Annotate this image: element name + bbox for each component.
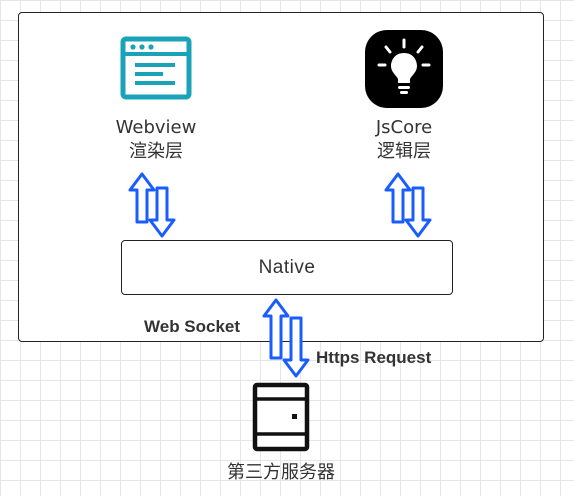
webview-native-arrow (128, 172, 176, 238)
webview-subtitle: 渲染层 (129, 141, 183, 162)
https-request-label: Https Request (316, 348, 432, 367)
browser-window-icon (120, 36, 192, 100)
websocket-label: Web Socket (144, 317, 241, 336)
native-label: Native (258, 256, 316, 278)
jscore-label: JsCore 逻辑层 (344, 116, 464, 164)
server-label: 第三方服务器 (227, 462, 335, 483)
webview-title: Webview (115, 117, 197, 138)
lightbulb-icon (365, 30, 443, 108)
native-server-arrow (262, 298, 310, 378)
jscore-native-arrow (384, 172, 432, 238)
jscore-title: JsCore (375, 117, 433, 138)
server-icon (252, 382, 310, 452)
jscore-subtitle: 逻辑层 (377, 141, 431, 162)
native-box: Native (121, 240, 453, 295)
webview-label: Webview 渲染层 (96, 116, 216, 164)
